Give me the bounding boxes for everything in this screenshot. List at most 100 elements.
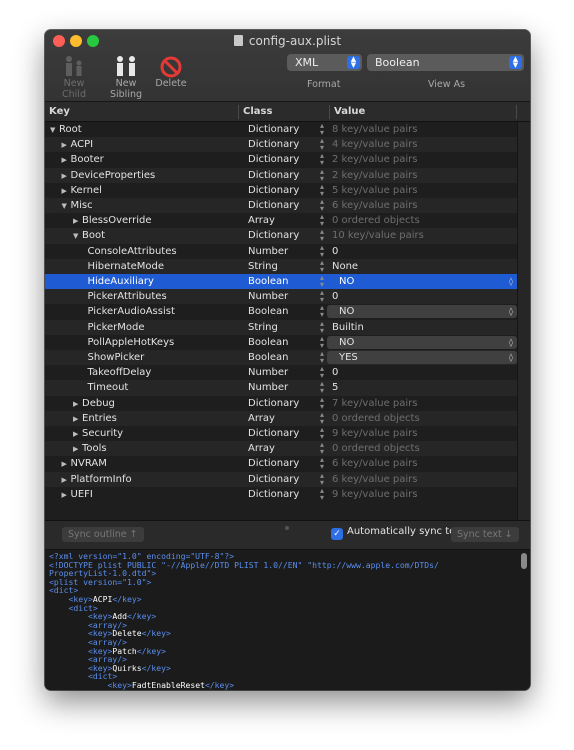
class-stepper-icon[interactable]: ▴ ▾ bbox=[320, 198, 328, 213]
row-class[interactable]: Dictionary bbox=[248, 122, 299, 137]
class-stepper-icon[interactable]: ▴ ▾ bbox=[320, 182, 328, 197]
class-stepper-icon[interactable]: ▴ ▾ bbox=[320, 152, 328, 167]
outline-row[interactable]: PickerAudioAssist Boolean ▴ ▾ NO ◊ bbox=[45, 304, 517, 319]
class-stepper-icon[interactable]: ▴ ▾ bbox=[320, 167, 328, 182]
row-class[interactable]: Dictionary bbox=[248, 396, 299, 411]
row-value[interactable]: 0 bbox=[332, 244, 338, 259]
row-class[interactable]: Boolean bbox=[248, 335, 289, 350]
outline-row[interactable]: ▶ DeviceProperties Dictionary ▴ ▾ 2 key/value… bbox=[45, 167, 517, 183]
outline-row[interactable]: ▼ Misc Dictionary ▴ ▾ 6 key/value pairs bbox=[45, 198, 517, 214]
disclosure-closed-icon[interactable]: ▶ bbox=[62, 457, 71, 472]
class-stepper-icon[interactable]: ▴ ▾ bbox=[320, 380, 328, 395]
row-class[interactable]: Dictionary bbox=[248, 183, 299, 198]
outline-row[interactable]: PollAppleHotKeys Boolean ▴ ▾ NO ◊ bbox=[45, 334, 517, 350]
outline-row[interactable]: ▶ PlatformInfo Dictionary ▴ ▾ 6 key/value pai… bbox=[45, 471, 517, 487]
row-class[interactable]: Boolean bbox=[248, 274, 289, 289]
disclosure-closed-icon[interactable]: ▶ bbox=[73, 442, 82, 457]
class-column-header[interactable]: Class bbox=[243, 106, 272, 117]
row-class[interactable]: Dictionary bbox=[248, 198, 299, 213]
class-stepper-icon[interactable]: ▴ ▾ bbox=[320, 122, 328, 137]
row-class[interactable]: Array bbox=[248, 441, 275, 456]
class-stepper-icon[interactable]: ▴ ▾ bbox=[320, 213, 328, 228]
disclosure-open-icon[interactable]: ▼ bbox=[73, 229, 82, 244]
outline-row[interactable]: ▼ Root Dictionary ▴ ▾ 8 key/value pairs bbox=[45, 122, 517, 137]
outline-row[interactable]: ▶ NVRAM Dictionary ▴ ▾ 6 key/value pairs bbox=[45, 456, 517, 471]
row-class[interactable]: Number bbox=[248, 289, 288, 304]
outline-row[interactable]: Timeout Number ▴ ▾ 5 bbox=[45, 380, 517, 396]
disclosure-closed-icon[interactable]: ▶ bbox=[62, 153, 71, 168]
outline-row[interactable]: ▶ Booter Dictionary ▴ ▾ 2 key/value pairs bbox=[45, 152, 517, 167]
outline-row[interactable]: PickerAttributes Number ▴ ▾ 0 bbox=[45, 289, 517, 305]
row-class[interactable]: Array bbox=[248, 213, 275, 228]
row-class[interactable]: Dictionary bbox=[248, 152, 299, 167]
sync-text-button[interactable]: Sync text ↓ bbox=[451, 527, 519, 542]
new-sibling-button[interactable]: New Sibling bbox=[100, 52, 152, 100]
row-class[interactable]: Dictionary bbox=[248, 487, 299, 502]
column-divider[interactable] bbox=[329, 105, 330, 119]
class-stepper-icon[interactable]: ▴ ▾ bbox=[320, 365, 328, 380]
row-value[interactable]: Builtin bbox=[332, 320, 364, 335]
row-class[interactable]: Dictionary bbox=[248, 426, 299, 441]
row-class[interactable]: Dictionary bbox=[248, 137, 299, 152]
outline-row[interactable]: ▶ BlessOverride Array ▴ ▾ 0 ordered objects bbox=[45, 213, 517, 228]
outline-row[interactable]: ▶ Entries Array ▴ ▾ 0 ordered objects bbox=[45, 410, 517, 427]
row-class[interactable]: Number bbox=[248, 380, 288, 395]
disclosure-closed-icon[interactable]: ▶ bbox=[73, 412, 82, 427]
disclosure-closed-icon[interactable]: ▶ bbox=[62, 138, 71, 153]
class-stepper-icon[interactable]: ▴ ▾ bbox=[320, 243, 328, 258]
column-divider[interactable] bbox=[238, 105, 239, 119]
class-stepper-icon[interactable]: ▴ ▾ bbox=[320, 289, 328, 304]
sync-outline-button[interactable]: Sync outline ↑ bbox=[62, 527, 144, 542]
outline-row[interactable]: ▶ UEFI Dictionary ▴ ▾ 9 key/value pairs bbox=[45, 486, 517, 503]
outline-row[interactable]: HideAuxiliary Boolean ▴ ▾ NO ◊ bbox=[45, 274, 517, 290]
outline-row[interactable]: ▶ Security Dictionary ▴ ▾ 9 key/value pairs bbox=[45, 426, 517, 441]
new-child-button[interactable]: New Child bbox=[51, 52, 97, 100]
outline-row[interactable]: ▶ Debug Dictionary ▴ ▾ 7 key/value pairs bbox=[45, 395, 517, 411]
bool-value-popup[interactable]: NO ◊ bbox=[327, 305, 517, 319]
disclosure-closed-icon[interactable]: ▶ bbox=[73, 427, 82, 442]
bool-value-popup[interactable]: NO ◊ bbox=[327, 275, 517, 288]
row-class[interactable]: String bbox=[248, 320, 278, 335]
disclosure-closed-icon[interactable]: ▶ bbox=[62, 184, 71, 199]
outline-scrollbar[interactable] bbox=[517, 122, 530, 536]
row-value[interactable]: 0 bbox=[332, 289, 338, 304]
split-handle[interactable] bbox=[285, 526, 289, 530]
outline-row[interactable]: ▼ Boot Dictionary ▴ ▾ 10 key/value pairs bbox=[45, 228, 517, 244]
row-class[interactable]: Dictionary bbox=[248, 228, 299, 243]
disclosure-closed-icon[interactable]: ▶ bbox=[73, 214, 82, 229]
class-stepper-icon[interactable]: ▴ ▾ bbox=[320, 410, 328, 425]
class-stepper-icon[interactable]: ▴ ▾ bbox=[320, 228, 328, 243]
disclosure-closed-icon[interactable]: ▶ bbox=[62, 488, 71, 503]
class-stepper-icon[interactable]: ▴ ▾ bbox=[320, 319, 328, 334]
row-value[interactable]: 5 bbox=[332, 380, 338, 395]
class-stepper-icon[interactable]: ▴ ▾ bbox=[320, 486, 328, 501]
delete-button[interactable]: Delete bbox=[153, 52, 189, 89]
row-class[interactable]: Dictionary bbox=[248, 472, 299, 487]
row-value[interactable]: 0 bbox=[332, 365, 338, 380]
row-class[interactable]: Number bbox=[248, 365, 288, 380]
row-class[interactable]: Dictionary bbox=[248, 168, 299, 183]
class-stepper-icon[interactable]: ▴ ▾ bbox=[320, 426, 328, 441]
bool-value-popup[interactable]: YES ◊ bbox=[327, 351, 517, 364]
class-stepper-icon[interactable]: ▴ ▾ bbox=[320, 137, 328, 152]
value-column-header[interactable]: Value bbox=[334, 106, 365, 117]
row-value[interactable]: None bbox=[332, 259, 358, 274]
class-stepper-icon[interactable]: ▴ ▾ bbox=[320, 395, 328, 410]
row-class[interactable]: Boolean bbox=[248, 304, 289, 319]
plist-outline[interactable]: ▼ Root Dictionary ▴ ▾ 8 key/value pairs ▶ ACPI D… bbox=[45, 122, 530, 536]
disclosure-open-icon[interactable]: ▼ bbox=[62, 199, 71, 214]
bool-value-popup[interactable]: NO ◊ bbox=[327, 335, 517, 349]
row-class[interactable]: Boolean bbox=[248, 350, 289, 365]
class-stepper-icon[interactable]: ▴ ▾ bbox=[320, 441, 328, 456]
class-stepper-icon[interactable]: ▴ ▾ bbox=[320, 471, 328, 486]
outline-row[interactable]: PickerMode String ▴ ▾ Builtin bbox=[45, 319, 517, 335]
format-popup[interactable]: XML ▲ ▼ bbox=[287, 54, 362, 71]
outline-row[interactable]: ▶ Kernel Dictionary ▴ ▾ 5 key/value pairs bbox=[45, 182, 517, 199]
row-class[interactable]: Dictionary bbox=[248, 456, 299, 471]
class-stepper-icon[interactable]: ▴ ▾ bbox=[320, 456, 328, 471]
outline-row[interactable]: ConsoleAttributes Number ▴ ▾ 0 bbox=[45, 243, 517, 259]
view-as-popup[interactable]: Boolean ▲ ▼ bbox=[367, 54, 524, 71]
outline-row[interactable]: TakeoffDelay Number ▴ ▾ 0 bbox=[45, 365, 517, 380]
auto-sync-checkbox[interactable]: ✓ bbox=[331, 528, 343, 540]
xml-text-view[interactable]: <?xml version="1.0" encoding="UTF-8"?> <!… bbox=[45, 551, 519, 690]
